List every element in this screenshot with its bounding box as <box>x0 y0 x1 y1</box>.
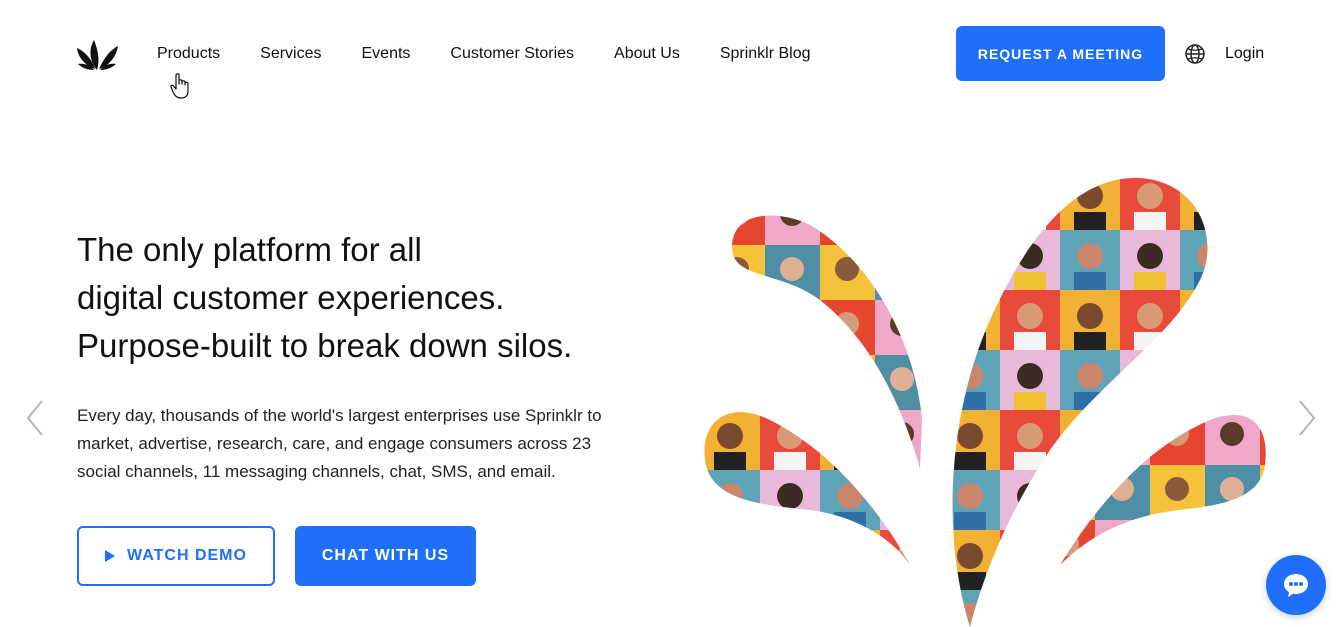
hero-title-line: Purpose-built to break down silos. <box>77 327 573 364</box>
hero-title-line: The only platform for all <box>77 231 422 268</box>
chat-bubble-icon <box>1284 574 1308 597</box>
hand-cursor-icon <box>170 73 189 99</box>
nav-links: Products Services Events Customer Storie… <box>157 44 851 64</box>
nav-customer-stories[interactable]: Customer Stories <box>450 44 574 64</box>
hero-photo-mosaic <box>704 177 1266 627</box>
chat-launcher-button[interactable] <box>1266 555 1326 615</box>
hero-description-line: social channels, 11 messaging channels, … <box>77 462 556 481</box>
hero-description: Every day, thousands of the world's larg… <box>77 402 657 486</box>
hero-title: The only platform for all digital custom… <box>77 226 572 370</box>
sprinklr-logo[interactable] <box>76 36 118 72</box>
chevron-right-icon[interactable] <box>1296 398 1318 438</box>
hero-description-line: Every day, thousands of the world's larg… <box>77 406 602 425</box>
nav-services[interactable]: Services <box>260 44 321 64</box>
chat-with-us-button[interactable]: CHAT WITH US <box>295 526 476 586</box>
watch-demo-button[interactable]: WATCH DEMO <box>77 526 275 586</box>
hero-description-line: market, advertise, research, care, and e… <box>77 434 592 453</box>
hero-title-line: digital customer experiences. <box>77 279 505 316</box>
nav-sprinklr-blog[interactable]: Sprinklr Blog <box>720 44 811 64</box>
request-meeting-button[interactable]: REQUEST A MEETING <box>956 26 1165 81</box>
nav-about-us[interactable]: About Us <box>614 44 680 64</box>
top-navigation: Products Services Events Customer Storie… <box>0 0 1344 108</box>
chevron-left-icon[interactable] <box>24 398 46 438</box>
nav-events[interactable]: Events <box>362 44 411 64</box>
play-icon <box>105 550 116 562</box>
globe-icon[interactable] <box>1184 43 1206 65</box>
watch-demo-label: WATCH DEMO <box>127 547 247 564</box>
login-link[interactable]: Login <box>1225 44 1264 64</box>
nav-products[interactable]: Products <box>157 44 220 64</box>
